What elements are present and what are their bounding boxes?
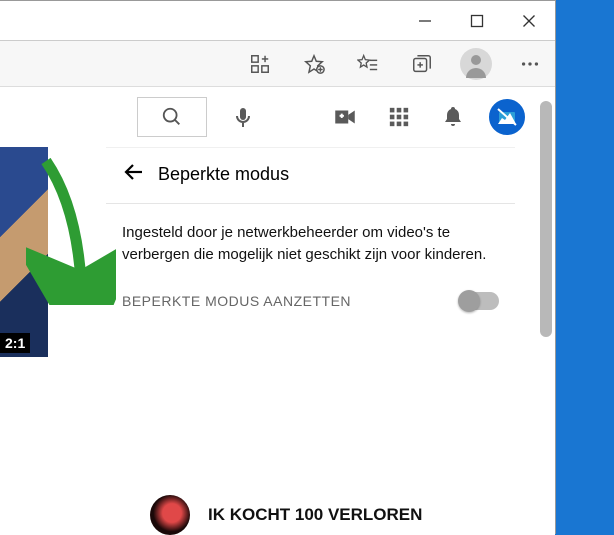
collections-icon[interactable]	[403, 45, 441, 83]
toggle-label: BEPERKTE MODUS AANZETTEN	[122, 293, 351, 309]
scrollbar[interactable]	[540, 101, 552, 337]
more-menu-icon[interactable]	[511, 45, 549, 83]
toggle-knob	[458, 290, 480, 312]
maximize-button[interactable]	[451, 1, 503, 41]
create-video-icon[interactable]	[327, 99, 363, 135]
apps-grid-icon[interactable]	[381, 99, 417, 135]
feed-item[interactable]: IK KOCHT 100 VERLOREN	[150, 495, 422, 535]
channel-avatar	[150, 495, 190, 535]
panel-header: Beperkte modus	[106, 148, 515, 204]
extensions-icon[interactable]	[241, 45, 279, 83]
profile-button[interactable]	[457, 45, 495, 83]
panel-description: Ingesteld door je netwerkbeheerder om vi…	[122, 222, 499, 266]
add-favorite-icon[interactable]	[295, 45, 333, 83]
voice-search-icon[interactable]	[225, 99, 261, 135]
browser-toolbar	[0, 41, 555, 87]
video-duration: 2:1	[0, 333, 30, 353]
back-icon[interactable]	[122, 160, 146, 189]
user-avatar[interactable]	[489, 99, 525, 135]
page-content: 2:1 Beperkte modus Ingesteld door je net…	[0, 87, 555, 535]
feed-title: IK KOCHT 100 VERLOREN	[208, 505, 422, 525]
panel-title: Beperkte modus	[158, 164, 289, 185]
notifications-bell-icon[interactable]	[435, 99, 471, 135]
restricted-mode-toggle[interactable]	[459, 292, 499, 310]
video-thumbnail[interactable]: 2:1	[0, 147, 48, 357]
youtube-header	[0, 87, 555, 147]
favorites-list-icon[interactable]	[349, 45, 387, 83]
profile-avatar-icon	[460, 48, 492, 80]
restricted-mode-panel: Beperkte modus Ingesteld door je netwerk…	[106, 147, 515, 316]
browser-window: 2:1 Beperkte modus Ingesteld door je net…	[0, 0, 556, 534]
search-button[interactable]	[137, 97, 207, 137]
close-button[interactable]	[503, 1, 555, 41]
minimize-button[interactable]	[399, 1, 451, 41]
window-titlebar	[0, 1, 555, 41]
